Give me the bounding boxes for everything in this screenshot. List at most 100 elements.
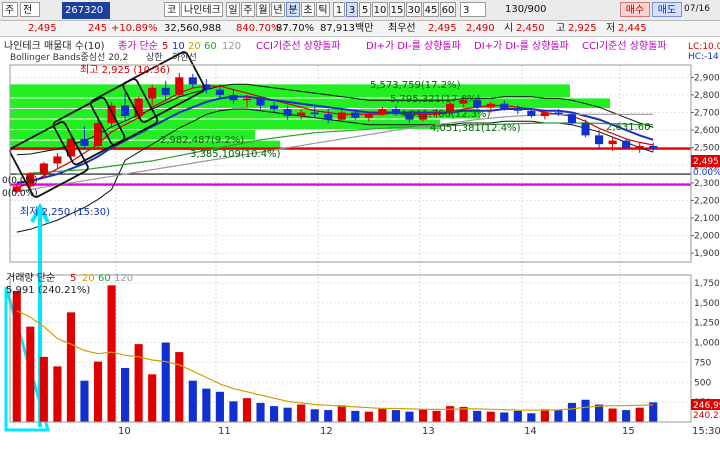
candle-body — [188, 77, 197, 85]
volume-rate: (240.21%) — [38, 285, 90, 296]
volume-tick-label: 1,000 — [694, 339, 720, 349]
nearest-label: 최우선 — [388, 23, 416, 34]
ma-period-10: 10 — [172, 41, 185, 52]
volume-bar — [242, 398, 252, 422]
volume-bar — [405, 411, 414, 422]
date-text: 07/16 — [684, 4, 710, 14]
open-label: 시 — [504, 23, 514, 34]
minute-5-button[interactable]: 5 — [359, 2, 371, 17]
price-tick-label: 2,300 — [694, 179, 720, 189]
stock-chart[interactable]: 2,9002,8002,7002,6002,5002,4002,3002,200… — [0, 37, 720, 457]
sell-button[interactable]: 매도 — [652, 2, 682, 17]
candle-body — [242, 98, 252, 101]
volume-tick-label: 1,750 — [694, 279, 720, 289]
candle-body — [270, 105, 279, 109]
candle-body — [175, 77, 184, 95]
volume-bar — [486, 411, 495, 422]
minute-3-button[interactable]: 3 — [346, 2, 358, 17]
di-signal-1: DI+가 DI-를 상향돌파 — [366, 40, 461, 52]
minute-45-button[interactable]: 45 — [423, 2, 439, 17]
volume-bar — [66, 312, 75, 422]
vol-profile-label-1: 5,573,759(17.2%) — [370, 80, 461, 91]
ma-period-5: 5 — [162, 41, 168, 52]
volume-bar — [432, 410, 441, 422]
price-tick-label: 1,900 — [694, 249, 720, 259]
candle-body — [364, 114, 373, 118]
volume-ratio: 840.70% — [236, 23, 281, 34]
volume-bar — [188, 380, 197, 422]
current-price: 2,495 — [28, 23, 57, 34]
volume-profile-bar — [10, 84, 570, 98]
limit-label: 하한선 — [172, 52, 197, 63]
volume-bar — [202, 388, 211, 422]
time-tick-label: 15 — [622, 426, 635, 437]
tab-week[interactable]: 주 — [241, 2, 255, 17]
time-tick-label: 15:30 — [692, 426, 720, 437]
candle-body — [80, 138, 89, 146]
volume-tick-label: 750 — [694, 358, 711, 368]
minute-10-button[interactable]: 10 — [372, 2, 388, 17]
current-vol-rate: 240.21 — [693, 411, 720, 421]
bid-price: 2,490 — [466, 23, 495, 34]
market-select[interactable]: 주 — [2, 2, 18, 17]
candle-body — [567, 114, 577, 124]
candle-body — [229, 94, 238, 101]
price-tick-label: 2,000 — [694, 232, 720, 242]
hc-label: HC:-14 — [688, 52, 719, 62]
price-tick-label: 2,900 — [694, 73, 720, 83]
candle-body — [53, 156, 62, 164]
stock-name-input[interactable]: 나인테크 — [181, 2, 223, 17]
volume-bar — [446, 406, 455, 422]
current-price-tag: 2,495 — [693, 157, 719, 167]
candle-body — [93, 123, 103, 146]
low-label: 저 — [606, 23, 616, 34]
volume-bar — [134, 344, 143, 422]
candle-body — [134, 98, 143, 117]
candle-body — [608, 140, 617, 145]
minute-15-button[interactable]: 15 — [389, 2, 405, 17]
low-marker: 최저 2,250 (15:30) — [20, 206, 110, 218]
time-tick-label: 10 — [118, 426, 131, 437]
tab-second[interactable]: 초 — [301, 2, 315, 17]
vol-period-60: 60 — [98, 273, 111, 284]
toolbar: 주 전 267320 코 나인테크 일 주 월 년 분 초 틱 1 3 5 10… — [0, 0, 720, 21]
minute-60-button[interactable]: 60 — [440, 2, 456, 17]
upper-limit-label: 상한 — [146, 52, 163, 63]
volume-tick-label: 1,500 — [694, 299, 720, 309]
candle-body — [337, 112, 346, 120]
minute-custom-select[interactable]: 3 — [460, 2, 486, 17]
tab-minute[interactable]: 분 — [286, 2, 300, 17]
volume-bar — [540, 409, 549, 422]
volume-bar — [175, 352, 184, 422]
vol-profile-label-3: 4,011,780(12.3%) — [400, 109, 491, 120]
tab-year[interactable]: 년 — [271, 2, 285, 17]
volume-bar — [270, 406, 279, 422]
counter-text: 130/900 — [505, 4, 547, 15]
volume-bar — [608, 408, 617, 422]
trade-amount: 87,913백만 — [320, 23, 374, 34]
candle-body — [540, 112, 549, 117]
tab-day[interactable]: 일 — [226, 2, 240, 17]
volume-bar — [161, 342, 170, 422]
volume-bar — [635, 407, 644, 422]
price-tick-label: 2,500 — [694, 144, 720, 154]
candle-body — [121, 105, 130, 117]
price-tick-label: 2,200 — [694, 196, 720, 206]
volume-bar — [39, 356, 48, 422]
candle-body — [554, 112, 563, 115]
buy-button[interactable]: 매수 — [620, 2, 650, 17]
tab-month[interactable]: 월 — [256, 2, 270, 17]
vol-period-5: 5 — [70, 273, 76, 284]
minute-30-button[interactable]: 30 — [406, 2, 422, 17]
tab-tick[interactable]: 틱 — [316, 2, 330, 17]
cci-signal-2: CCI기준선 상향돌파 — [582, 40, 667, 52]
period-prefix-select[interactable]: 전 — [20, 2, 40, 17]
volume-bar — [229, 401, 238, 422]
volume-bar — [148, 374, 157, 422]
vol-profile-label-4: 4,051,381(12.4%) — [430, 123, 521, 134]
ma-label: 종가 단순 — [118, 40, 158, 52]
minute-1-button[interactable]: 1 — [333, 2, 345, 17]
volume-bar — [513, 410, 522, 422]
candle-body — [378, 108, 387, 115]
stock-code-input[interactable]: 267320 — [62, 2, 110, 19]
